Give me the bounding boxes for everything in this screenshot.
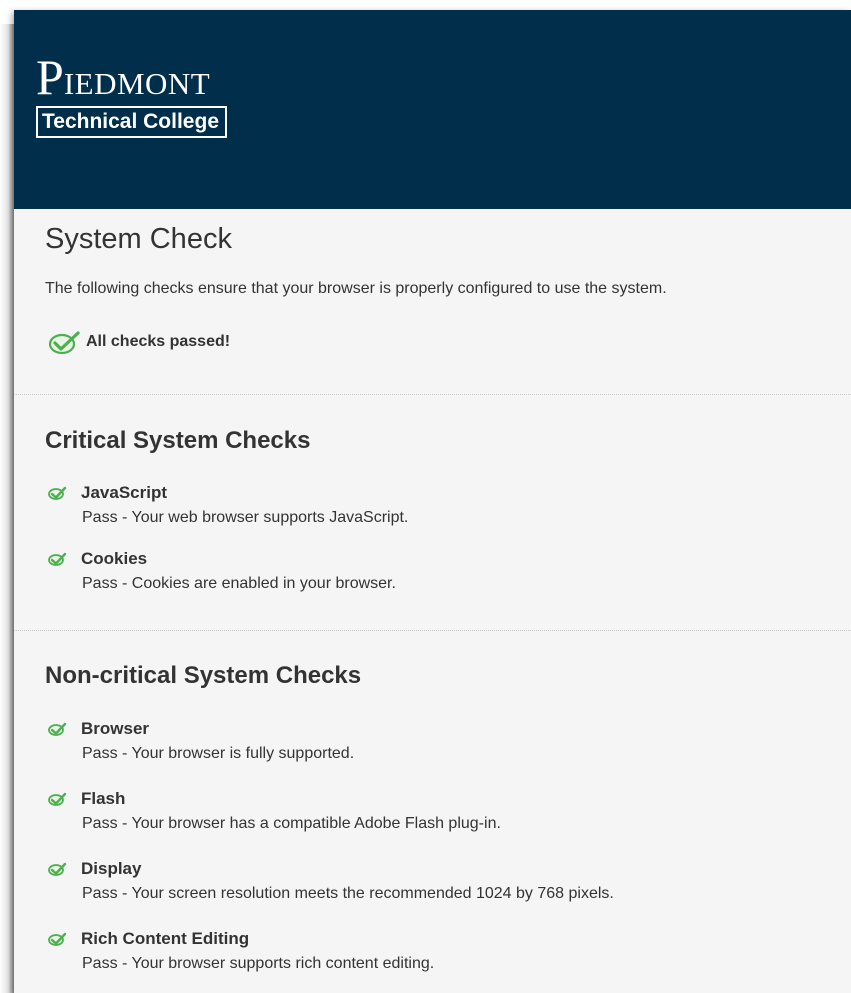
check-description: Pass - Your browser is fully supported. (82, 745, 355, 762)
check-name: Display (81, 859, 142, 878)
check-icon (48, 932, 67, 946)
check-description: Pass - Your web browser supports JavaScr… (82, 509, 409, 526)
page-shadow (0, 24, 14, 993)
check-name: Rich Content Editing (81, 929, 250, 948)
check-item-rich-content-editing: Rich Content Editing Pass - Your browser… (47, 928, 837, 973)
check-icon (48, 486, 67, 500)
check-item-cookies: Cookies Pass - Cookies are enabled in yo… (47, 548, 837, 593)
check-icon (48, 722, 67, 736)
logo-name: IEDMONT (63, 66, 211, 101)
check-circle-icon (48, 331, 80, 355)
check-name: Flash (81, 789, 126, 808)
logo-initial: P (36, 49, 64, 105)
summary-status: All checks passed! (47, 329, 230, 355)
check-name: Browser (81, 719, 150, 738)
check-description: Pass - Your browser supports rich conten… (82, 955, 435, 972)
logo-subtitle: Technical College (36, 106, 227, 138)
check-item-browser: Browser Pass - Your browser is fully sup… (47, 718, 837, 763)
check-item-javascript: JavaScript Pass - Your web browser suppo… (47, 482, 837, 527)
check-description: Pass - Your browser has a compatible Ado… (82, 815, 501, 832)
section-title-noncritical: Non-critical System Checks (45, 662, 362, 689)
check-description: Pass - Your screen resolution meets the … (82, 885, 614, 902)
check-icon (48, 792, 67, 806)
summary-text: All checks passed! (86, 333, 231, 350)
browser-page: PIEDMONT Technical College System Check … (14, 10, 851, 993)
check-item-flash: Flash Pass - Your browser has a compatib… (47, 788, 837, 833)
check-item-display: Display Pass - Your screen resolution me… (47, 858, 837, 903)
page-title: System Check (45, 223, 232, 255)
intro-text: The following checks ensure that your br… (45, 280, 667, 297)
check-name: JavaScript (81, 483, 167, 502)
section-divider (14, 630, 851, 631)
site-header: PIEDMONT Technical College (14, 10, 851, 209)
check-icon (48, 862, 67, 876)
section-title-critical: Critical System Checks (45, 427, 311, 454)
check-name: Cookies (81, 549, 148, 568)
check-description: Pass - Cookies are enabled in your brows… (82, 575, 396, 592)
college-logo[interactable]: PIEDMONT Technical College (36, 52, 227, 138)
check-icon (48, 552, 67, 566)
section-divider (14, 394, 851, 395)
logo-wordmark: PIEDMONT (36, 52, 227, 106)
